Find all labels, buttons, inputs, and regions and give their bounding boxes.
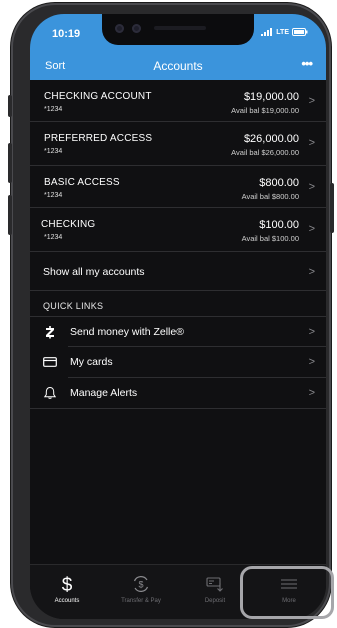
notch bbox=[102, 14, 254, 45]
speaker-grille bbox=[154, 26, 206, 30]
more-options-icon[interactable]: ••• bbox=[301, 56, 313, 71]
account-name: BASIC ACCESS bbox=[44, 177, 120, 188]
deposit-icon bbox=[206, 577, 223, 592]
page-title: Accounts bbox=[153, 59, 203, 73]
account-number: *1234 bbox=[44, 234, 63, 241]
quick-link-label: My cards bbox=[70, 356, 113, 368]
chevron-right-icon: > bbox=[308, 387, 315, 399]
transfer-icon: $ bbox=[133, 576, 149, 592]
chevron-right-icon: > bbox=[308, 95, 315, 107]
mute-switch bbox=[8, 95, 12, 117]
quick-link-label: Manage Alerts bbox=[70, 387, 138, 399]
card-icon bbox=[43, 357, 57, 367]
show-all-label: Show all my accounts bbox=[43, 266, 145, 278]
show-all-accounts-link[interactable]: Show all my accounts > bbox=[30, 255, 326, 291]
navigation-bar: Sort Accounts ••• bbox=[30, 54, 326, 80]
account-number: *1234 bbox=[44, 192, 63, 199]
account-balance: $19,000.00 bbox=[243, 91, 299, 103]
quick-link-label: Send money with Zelle® bbox=[70, 326, 184, 338]
status-time: 10:19 bbox=[52, 28, 81, 40]
divider bbox=[30, 408, 326, 409]
status-bar: 10:19 LTE bbox=[30, 14, 326, 54]
account-balance: $100.00 bbox=[259, 219, 299, 231]
available-balance: Avail bal $100.00 bbox=[241, 234, 299, 243]
account-name: PREFERRED ACCESS bbox=[44, 133, 153, 144]
volume-down-button bbox=[8, 195, 12, 235]
bell-icon bbox=[43, 386, 57, 399]
account-list: CHECKING ACCOUNT *1234 $19,000.00 Avail … bbox=[30, 80, 326, 252]
quick-link-zelle[interactable]: Send money with Zelle® > bbox=[30, 316, 326, 347]
account-balance: $800.00 bbox=[259, 177, 299, 189]
network-label: LTE bbox=[276, 28, 289, 36]
more-tab-highlight bbox=[240, 566, 334, 619]
quick-links-header: QUICK LINKS bbox=[43, 301, 104, 311]
signal-icon bbox=[261, 28, 273, 36]
account-row-checking-account[interactable]: CHECKING ACCOUNT *1234 $19,000.00 Avail … bbox=[30, 80, 326, 122]
account-number: *1234 bbox=[44, 106, 63, 113]
quick-link-manage-alerts[interactable]: Manage Alerts > bbox=[30, 378, 326, 409]
svg-text:$: $ bbox=[138, 580, 143, 590]
quick-link-my-cards[interactable]: My cards > bbox=[30, 347, 326, 378]
account-row-preferred-access[interactable]: PREFERRED ACCESS *1234 $26,000.00 Avail … bbox=[30, 122, 326, 166]
dollar-icon: $ bbox=[62, 575, 73, 594]
account-row-basic-access[interactable]: BASIC ACCESS *1234 $800.00 Avail bal $80… bbox=[30, 166, 326, 208]
tab-accounts[interactable]: $ Accounts bbox=[30, 565, 104, 619]
sensor-icon bbox=[132, 24, 141, 33]
chevron-right-icon: > bbox=[308, 356, 315, 368]
status-indicators: LTE bbox=[261, 28, 308, 36]
side-button bbox=[330, 183, 334, 233]
account-balance: $26,000.00 bbox=[243, 133, 299, 145]
chevron-right-icon: > bbox=[308, 223, 315, 235]
tab-label: Transfer & Pay bbox=[121, 598, 161, 604]
account-name: CHECKING ACCOUNT bbox=[44, 91, 152, 102]
screen: 10:19 LTE Sort Accounts ••• CHECKING ACC… bbox=[30, 14, 326, 619]
volume-up-button bbox=[8, 143, 12, 183]
phone-frame: 10:19 LTE Sort Accounts ••• CHECKING ACC… bbox=[8, 3, 334, 627]
chevron-right-icon: > bbox=[308, 137, 315, 149]
tab-transfer-pay[interactable]: $ Transfer & Pay bbox=[104, 565, 178, 619]
available-balance: Avail bal $19,000.00 bbox=[231, 106, 299, 115]
zelle-icon bbox=[46, 326, 54, 339]
chevron-right-icon: > bbox=[308, 266, 315, 278]
tab-label: Accounts bbox=[54, 598, 80, 604]
battery-icon bbox=[292, 28, 308, 36]
account-number: *1234 bbox=[44, 148, 63, 155]
available-balance: Avail bal $26,000.00 bbox=[231, 148, 299, 157]
chevron-right-icon: > bbox=[308, 326, 315, 338]
svg-text:$: $ bbox=[62, 575, 73, 594]
account-name: CHECKING bbox=[41, 219, 96, 230]
account-row-checking[interactable]: CHECKING *1234 $100.00 Avail bal $100.00… bbox=[30, 208, 326, 252]
chevron-right-icon: > bbox=[308, 181, 315, 193]
camera-icon bbox=[115, 24, 124, 33]
available-balance: Avail bal $800.00 bbox=[241, 192, 299, 201]
